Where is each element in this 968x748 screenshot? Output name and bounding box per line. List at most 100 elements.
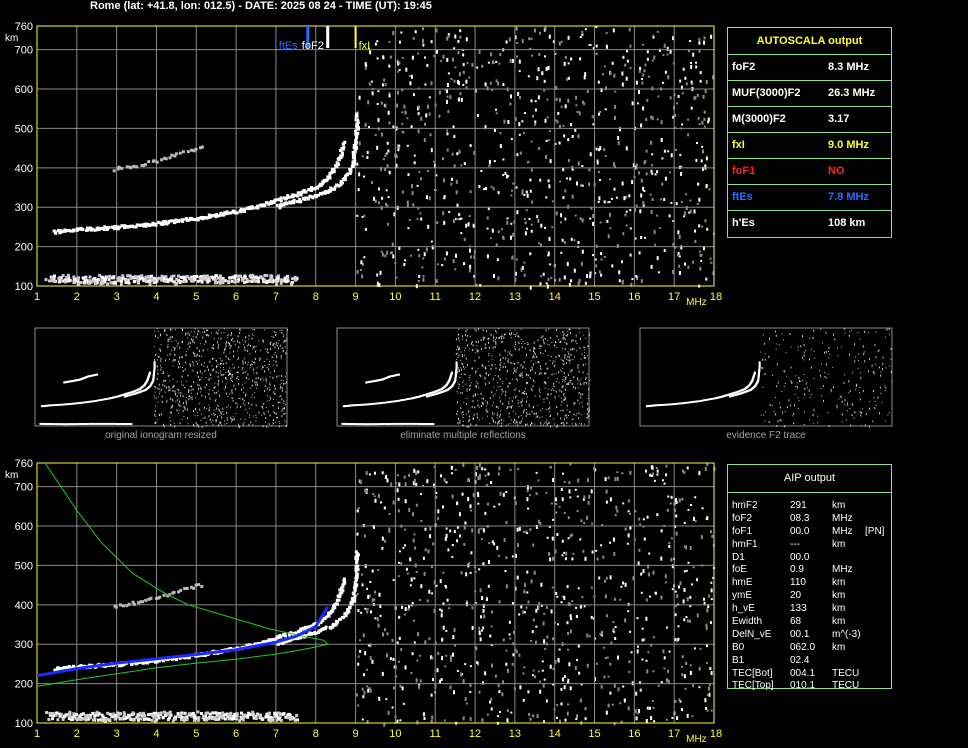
thumb-noise bbox=[804, 394, 806, 396]
thumb-noise bbox=[158, 413, 160, 416]
trace-point bbox=[205, 274, 209, 278]
thumb-noise bbox=[168, 386, 170, 389]
noise-dot bbox=[665, 473, 668, 477]
trace-point bbox=[53, 280, 57, 284]
thumb-noise bbox=[243, 387, 245, 389]
thumb-noise bbox=[572, 358, 574, 360]
noise-dot bbox=[703, 36, 706, 40]
thumb-noise bbox=[279, 330, 281, 332]
thumb-noise bbox=[499, 359, 501, 362]
thumb-trace bbox=[381, 401, 384, 404]
thumb-noise bbox=[797, 407, 799, 409]
noise-dot bbox=[451, 494, 454, 499]
noise-dot bbox=[622, 685, 625, 688]
thumb-noise bbox=[560, 410, 562, 412]
noise-dot bbox=[455, 179, 458, 184]
thumb-noise bbox=[160, 368, 162, 371]
noise-dot bbox=[490, 697, 493, 701]
noise-dot bbox=[613, 537, 615, 542]
thumb-noise bbox=[235, 387, 237, 390]
noise-dot bbox=[498, 503, 501, 506]
noise-dot bbox=[451, 472, 454, 475]
thumb-noise bbox=[490, 367, 492, 370]
noise-dot bbox=[460, 232, 463, 235]
thumb-noise bbox=[181, 418, 183, 420]
noise-dot bbox=[699, 71, 702, 75]
noise-dot bbox=[662, 54, 665, 57]
thumb-noise bbox=[191, 385, 192, 388]
noise-dot bbox=[429, 133, 432, 137]
trace-point bbox=[293, 275, 297, 279]
thumb-noise bbox=[215, 332, 217, 334]
noise-dot bbox=[575, 615, 578, 618]
noise-dot bbox=[476, 66, 479, 69]
noise-dot bbox=[422, 43, 425, 47]
noise-dot bbox=[703, 110, 706, 114]
thumb-noise bbox=[167, 344, 169, 346]
noise-dot bbox=[480, 527, 483, 530]
noise-dot bbox=[678, 255, 681, 258]
thumb-noise bbox=[463, 402, 465, 404]
thumb-noise bbox=[177, 342, 179, 345]
noise-dot bbox=[505, 521, 508, 525]
thumb-noise bbox=[194, 331, 195, 333]
noise-dot bbox=[428, 637, 431, 641]
thumb-noise bbox=[457, 401, 458, 404]
thumb-noise bbox=[162, 384, 164, 387]
thumb-noise bbox=[284, 383, 286, 385]
thumb-noise bbox=[214, 382, 216, 384]
thumb-noise bbox=[834, 338, 836, 341]
noise-dot bbox=[360, 611, 363, 614]
thumb-trace bbox=[686, 401, 689, 404]
noise-dot bbox=[663, 43, 666, 48]
thumb-noise bbox=[544, 387, 546, 389]
thumb-noise bbox=[589, 380, 590, 382]
thumb-noise bbox=[558, 339, 560, 340]
thumb-noise bbox=[587, 410, 589, 413]
noise-dot bbox=[444, 584, 447, 587]
thumb-noise bbox=[200, 388, 202, 390]
thumb-noise bbox=[562, 363, 564, 366]
thumb-noise bbox=[244, 409, 246, 411]
noise-dot bbox=[595, 52, 598, 55]
thumb-noise bbox=[169, 336, 171, 338]
thumb-noise bbox=[508, 416, 510, 418]
thumb-noise bbox=[501, 341, 503, 344]
thumb-noise bbox=[157, 387, 159, 390]
noise-dot bbox=[693, 209, 696, 214]
noise-dot bbox=[365, 471, 368, 475]
thumb-noise bbox=[228, 342, 230, 344]
noise-dot bbox=[645, 149, 648, 153]
noise-dot bbox=[695, 61, 697, 64]
thumb-noise bbox=[216, 404, 218, 406]
thumb-trace bbox=[357, 423, 360, 426]
noise-dot bbox=[624, 527, 627, 531]
thumb-noise bbox=[521, 404, 523, 407]
thumb-noise bbox=[514, 334, 516, 336]
thumb-trace bbox=[678, 402, 681, 405]
noise-dot bbox=[538, 242, 541, 245]
thumb-noise bbox=[459, 420, 461, 422]
noise-dot bbox=[420, 116, 423, 121]
thumb-noise bbox=[869, 425, 870, 428]
noise-dot bbox=[357, 609, 360, 613]
noise-dot bbox=[677, 95, 680, 98]
thumb-trace bbox=[362, 403, 365, 406]
thumb-noise bbox=[255, 377, 257, 380]
noise-dot bbox=[597, 80, 600, 84]
thumb-noise bbox=[564, 356, 566, 359]
noise-dot bbox=[522, 698, 525, 702]
thumb-noise bbox=[233, 418, 235, 421]
trace-point bbox=[310, 188, 313, 192]
noise-dot bbox=[537, 670, 540, 673]
thumb-noise bbox=[247, 412, 249, 414]
thumb-noise bbox=[225, 387, 227, 389]
thumb-noise bbox=[284, 421, 286, 423]
thumb-noise bbox=[199, 408, 201, 411]
thumb-noise bbox=[251, 360, 253, 362]
noise-dot bbox=[492, 187, 495, 191]
trace-point bbox=[79, 281, 83, 284]
noise-dot bbox=[448, 211, 451, 213]
noise-dot bbox=[705, 184, 708, 189]
thumb-noise bbox=[167, 338, 169, 341]
